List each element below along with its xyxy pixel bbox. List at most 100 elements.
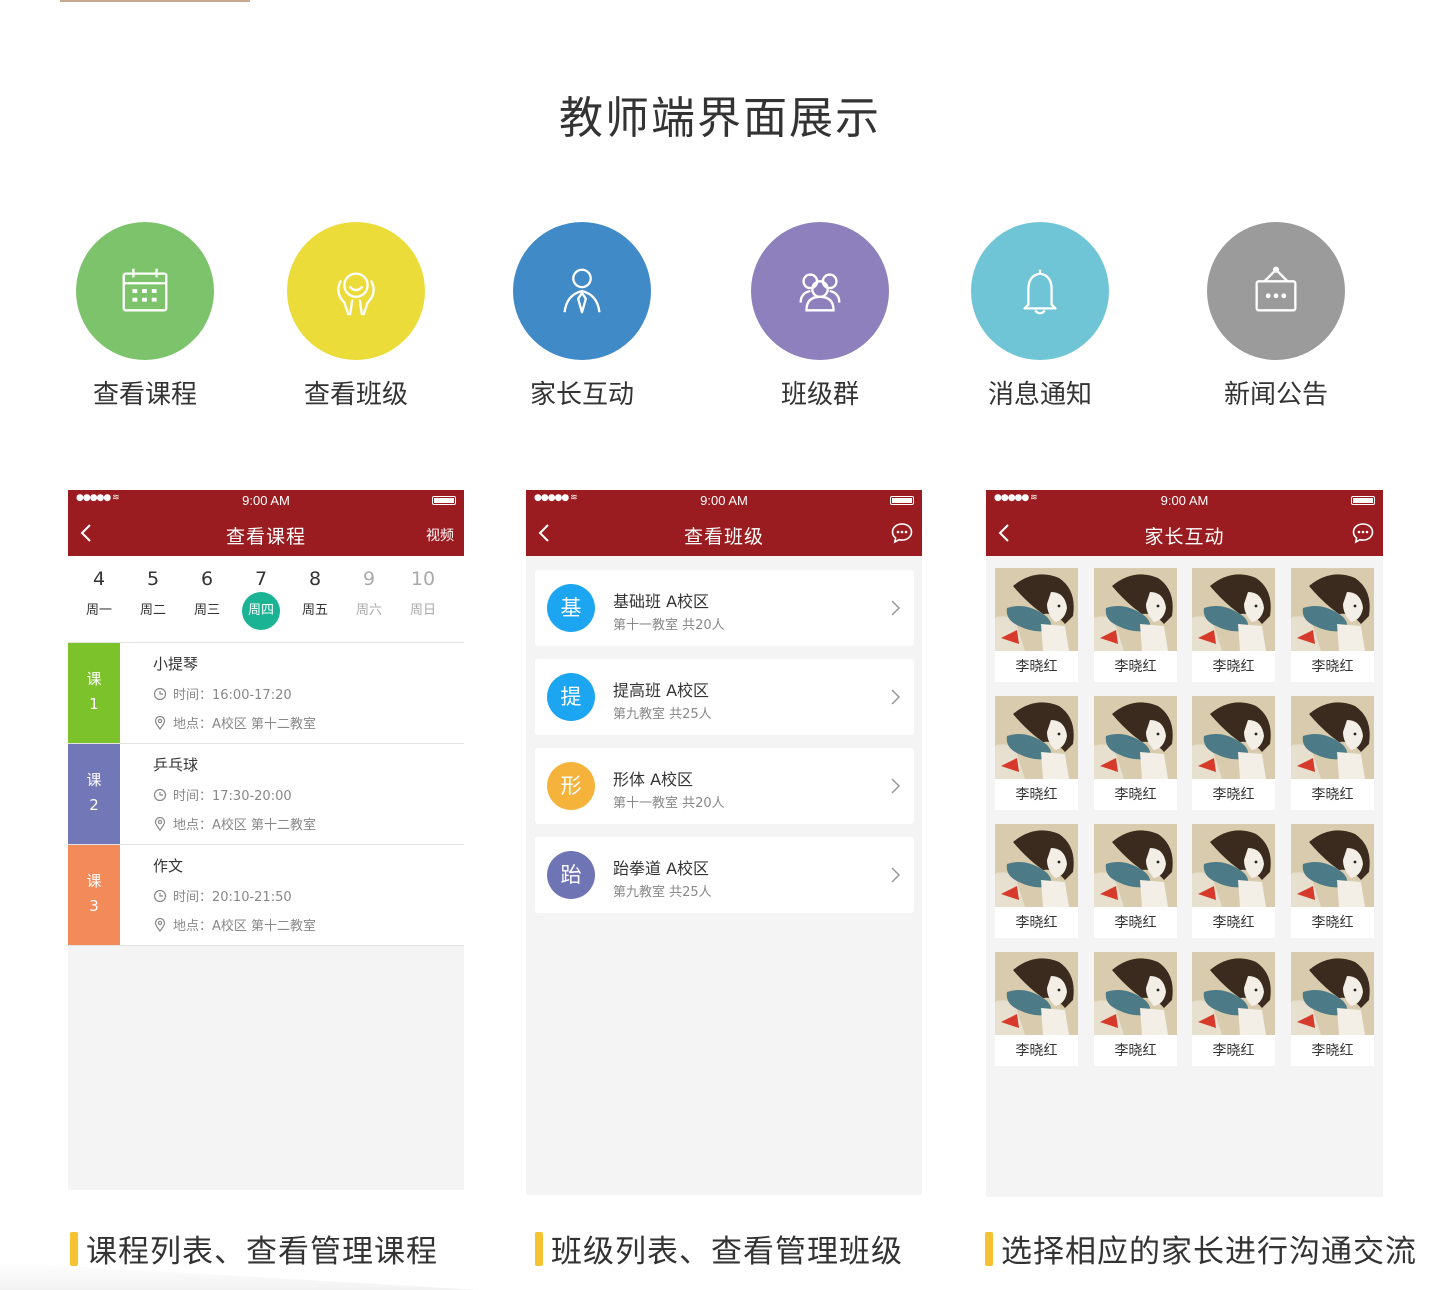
feature-label: 班级群: [780, 380, 859, 410]
course-location: 地点：A校区 第十二教室: [153, 713, 316, 732]
avatar-illustration: [995, 952, 1078, 1035]
class-meta: 第十一教室 共20人: [613, 618, 725, 633]
course-item[interactable]: 课1 小提琴 时间：16:00-17:20 地点：A校区 第十二教室: [68, 643, 464, 744]
location-pin-icon: [154, 917, 166, 932]
feature-parent-interaction[interactable]: 家长互动: [482, 222, 682, 411]
status-bar: ●●●●● ≋ 9:00 AM: [68, 490, 464, 510]
class-screen: ●●●●● ≋ 9:00 AM 查看班级 基 基础班 A校区 第十一教室 共20…: [526, 490, 922, 1195]
contact-name: 李晓红: [1311, 1043, 1354, 1059]
contact-photo: [1094, 824, 1177, 907]
caption-text: 选择相应的家长进行沟通交流: [1001, 1234, 1417, 1270]
contact-card[interactable]: 李晓红: [1192, 952, 1275, 1066]
contact-card[interactable]: 李晓红: [995, 824, 1078, 938]
course-screen: ●●●●● ≋ 9:00 AM 查看课程 视频 4 周一 5 周二 6 周三 7 周四 …: [68, 490, 464, 1190]
contact-card[interactable]: 李晓红: [995, 696, 1078, 810]
contact-card[interactable]: 李晓红: [1192, 696, 1275, 810]
screen-title: 家长互动: [1144, 526, 1225, 548]
contact-name: 李晓红: [1212, 1043, 1255, 1059]
contact-card[interactable]: 李晓红: [995, 952, 1078, 1066]
status-time: 9:00 AM: [242, 493, 290, 508]
contact-card[interactable]: 李晓红: [1192, 568, 1275, 682]
avatar-illustration: [1192, 952, 1275, 1035]
day-sat[interactable]: 9 周六: [342, 556, 396, 622]
battery-icon: [890, 496, 914, 505]
day-tue[interactable]: 5 周二: [126, 556, 180, 622]
class-item[interactable]: 提 提高班 A校区 第九教室 共25人: [535, 659, 914, 735]
battery-icon: [1351, 496, 1375, 505]
contact-card[interactable]: 李晓红: [1291, 568, 1374, 682]
contact-card[interactable]: 李晓红: [1094, 696, 1177, 810]
contact-name: 李晓红: [1015, 787, 1058, 803]
day-thu-selected[interactable]: 7 周四: [234, 556, 288, 630]
day-name: 周日: [409, 603, 436, 618]
contact-photo: [1094, 696, 1177, 779]
contact-photo: [995, 696, 1078, 779]
contact-name: 李晓红: [1212, 787, 1255, 803]
location-pin-icon: [154, 715, 166, 730]
contact-name: 李晓红: [1311, 659, 1354, 675]
feature-view-course[interactable]: 查看课程: [45, 222, 245, 411]
day-number: 4: [92, 568, 106, 590]
course-tag: 课1: [68, 643, 120, 743]
day-sun[interactable]: 10 周日: [396, 556, 450, 622]
week-selector: 4 周一 5 周二 6 周三 7 周四 8 周五 9 周六 10 周日: [68, 556, 464, 643]
chat-bubble-icon[interactable]: [1351, 521, 1375, 545]
contact-card[interactable]: 李晓红: [1291, 696, 1374, 810]
video-button[interactable]: 视频: [426, 525, 454, 545]
class-name: 基础班 A校区: [613, 592, 710, 611]
day-name: 周二: [139, 603, 166, 618]
class-item[interactable]: 基 基础班 A校区 第十一教室 共20人: [535, 570, 914, 646]
course-name: 小提琴: [153, 655, 199, 673]
day-mon[interactable]: 4 周一: [72, 556, 126, 622]
contact-name: 李晓红: [1212, 915, 1255, 931]
contact-card[interactable]: 李晓红: [1291, 952, 1374, 1066]
contact-photo: [995, 568, 1078, 651]
class-item[interactable]: 跆 跆拳道 A校区 第九教室 共25人: [535, 837, 914, 913]
course-time: 时间：17:30-20:00: [153, 785, 292, 804]
page-title: 教师端界面展示: [559, 93, 881, 144]
chat-bubble-icon[interactable]: [890, 521, 914, 545]
contact-name: 李晓红: [1311, 915, 1354, 931]
contact-card[interactable]: 李晓红: [1291, 824, 1374, 938]
clock-icon: [153, 788, 167, 801]
day-number: 9: [362, 568, 376, 590]
contact-name: 李晓红: [1212, 659, 1255, 675]
contact-name: 李晓红: [1114, 659, 1157, 675]
contact-card[interactable]: 李晓红: [1094, 824, 1177, 938]
feature-view-class[interactable]: 查看班级: [256, 222, 456, 411]
day-wed[interactable]: 6 周三: [180, 556, 234, 622]
class-item[interactable]: 形 形体 A校区 第十一教室 共20人: [535, 748, 914, 824]
chevron-right-icon: [891, 689, 901, 705]
contact-card[interactable]: 李晓红: [1192, 824, 1275, 938]
feature-class-group[interactable]: 班级群: [720, 222, 920, 411]
screen-title: 查看班级: [683, 526, 764, 548]
course-item[interactable]: 课2 乒乓球 时间：17:30-20:00 地点：A校区 第十二教室: [68, 744, 464, 845]
status-bar: ●●●●● ≋ 9:00 AM: [526, 490, 922, 510]
feature-notifications[interactable]: 消息通知: [940, 222, 1140, 411]
chevron-right-icon: [891, 778, 901, 794]
status-bar: ●●●●● ≋ 9:00 AM: [986, 490, 1383, 510]
avatar-illustration: [1291, 568, 1374, 651]
contact-card[interactable]: 李晓红: [1094, 952, 1177, 1066]
contact-photo: [995, 952, 1078, 1035]
contact-name: 李晓红: [1311, 787, 1354, 803]
caption-text: 课程列表、查看管理课程: [86, 1234, 438, 1270]
class-name: 形体 A校区: [613, 770, 694, 789]
feature-news[interactable]: 新闻公告: [1176, 222, 1376, 411]
contact-photo: [1291, 568, 1374, 651]
course-item[interactable]: 课3 作文 时间：20:10-21:50 地点：A校区 第十二教室: [68, 845, 464, 946]
day-fri[interactable]: 8 周五: [288, 556, 342, 622]
people-group-icon: [751, 222, 889, 360]
contact-photo: [1291, 824, 1374, 907]
contact-card[interactable]: 李晓红: [1094, 568, 1177, 682]
course-time: 时间：20:10-21:50: [153, 886, 292, 905]
group-hands-icon: [287, 222, 425, 360]
parent-interaction-screen: ●●●●● ≋ 9:00 AM 家长互动 李晓红 李晓红 李晓红 李晓红 李晓红 李晓红李…: [986, 490, 1383, 1197]
feature-label: 查看课程: [92, 380, 197, 410]
day-name: 周四: [242, 592, 280, 630]
battery-icon: [432, 496, 456, 505]
feature-label: 家长互动: [529, 380, 634, 410]
contact-photo: [1192, 568, 1275, 651]
chevron-right-icon: [891, 600, 901, 616]
contact-card[interactable]: 李晓红: [995, 568, 1078, 682]
